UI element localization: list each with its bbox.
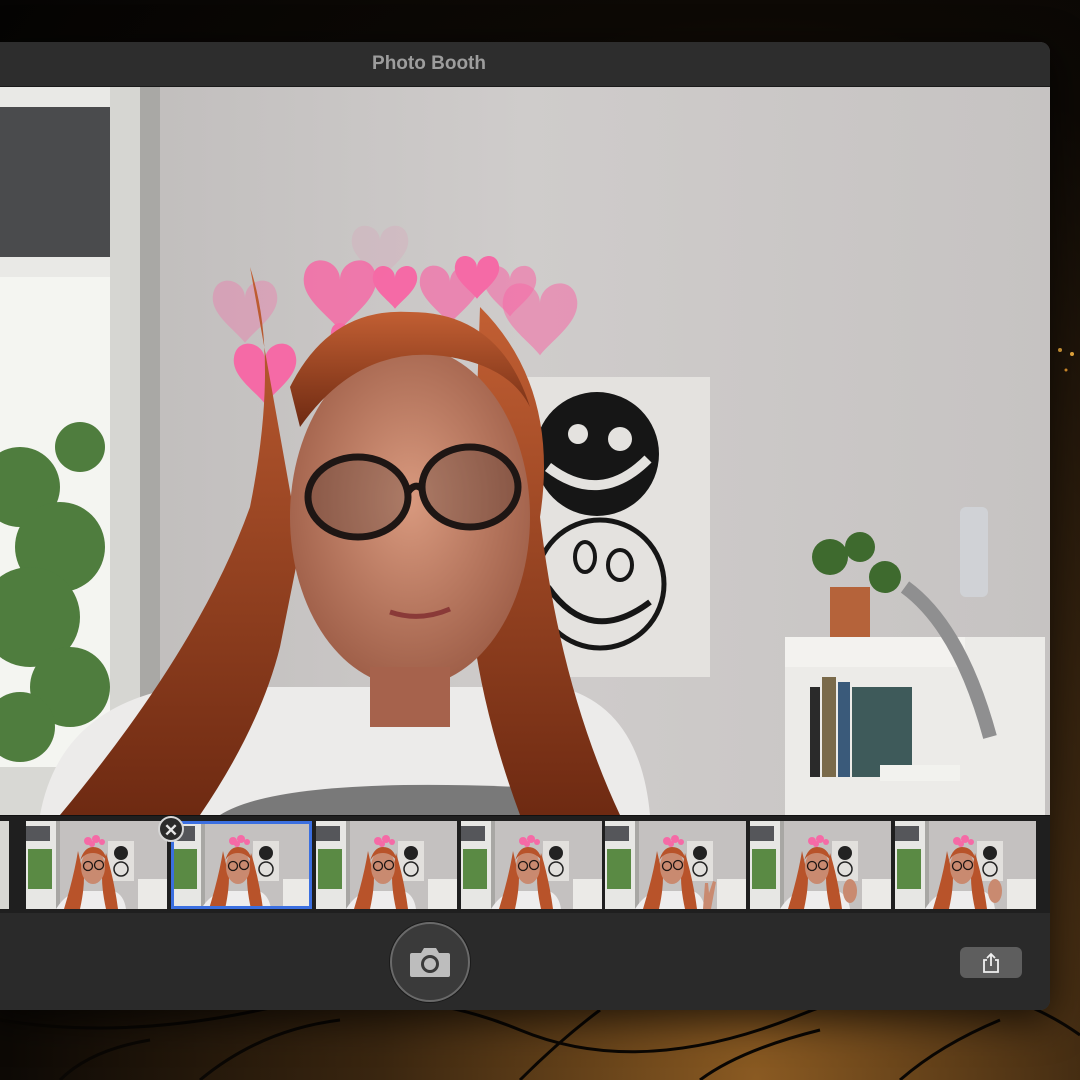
thumbnail-5[interactable] <box>605 821 746 909</box>
thumbnail-image <box>750 821 891 909</box>
thumbnail-image <box>171 821 312 909</box>
share-button[interactable] <box>960 947 1022 978</box>
camera-feed <box>0 87 1050 815</box>
thumbnail-1[interactable] <box>26 821 167 909</box>
thumbnail-image <box>895 821 1036 909</box>
title-bar[interactable]: Photo Booth <box>0 42 1050 87</box>
thumbnail-image <box>26 821 167 909</box>
desktop-wallpaper <box>0 1000 1080 1080</box>
thumbnail-2-selected[interactable] <box>171 821 312 909</box>
photo-filmstrip[interactable]: ✕ <box>0 815 1050 915</box>
window-title: Photo Booth <box>372 53 486 74</box>
desktop-lights <box>1058 348 1074 372</box>
close-icon: ✕ <box>163 821 179 840</box>
delete-photo-button[interactable]: ✕ <box>158 816 184 842</box>
thumbnail-image <box>316 821 457 909</box>
thumbnail-6[interactable] <box>750 821 891 909</box>
thumbnail-4[interactable] <box>461 821 602 909</box>
thumbnail-image <box>461 821 602 909</box>
thumbnail-7[interactable] <box>895 821 1036 909</box>
share-icon <box>983 952 999 973</box>
take-photo-button[interactable] <box>390 922 470 1002</box>
camera-icon <box>410 948 450 977</box>
photo-booth-window: Photo Booth ✕ <box>0 42 1050 1010</box>
thumbnail-partial[interactable] <box>0 821 9 909</box>
thumbnail-image <box>605 821 746 909</box>
bottom-toolbar <box>0 913 1050 1010</box>
camera-preview <box>0 87 1050 815</box>
thumbnail-3[interactable] <box>316 821 457 909</box>
